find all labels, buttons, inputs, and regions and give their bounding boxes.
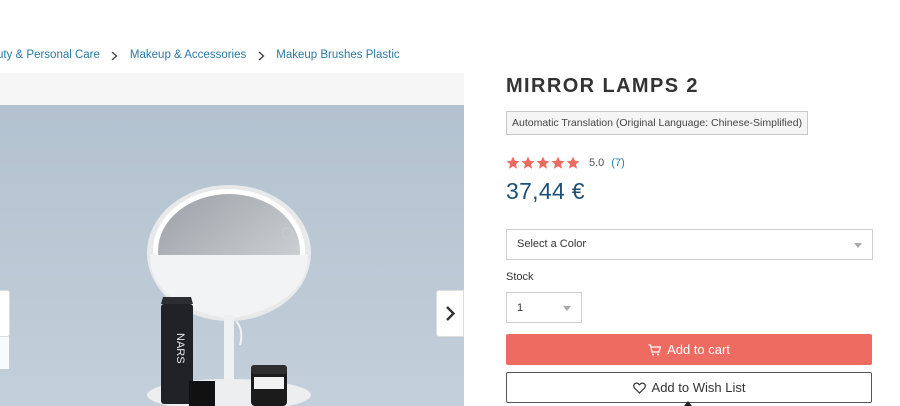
tooltip-pointer bbox=[684, 401, 692, 406]
add-to-wishlist-label: Add to Wish List bbox=[651, 380, 746, 395]
product-gallery: NARS bbox=[0, 73, 464, 406]
chevron-right-icon bbox=[246, 48, 276, 63]
gallery-header-strip bbox=[0, 73, 464, 105]
product-title: MIRROR LAMPS 2 bbox=[506, 75, 699, 97]
mirror-lamp-illustration: NARS bbox=[0, 105, 464, 406]
heart-icon bbox=[632, 381, 646, 394]
breadcrumb: uty & Personal Care Makeup & Accessories… bbox=[0, 47, 400, 63]
svg-text:NARS: NARS bbox=[174, 333, 186, 364]
rating-stars bbox=[506, 156, 580, 170]
star-icon bbox=[566, 156, 580, 169]
add-to-cart-button[interactable]: Add to cart bbox=[506, 334, 872, 365]
quantity-select[interactable]: 1 bbox=[506, 292, 582, 323]
star-icon bbox=[551, 156, 565, 169]
rating-value: 5.0 bbox=[589, 157, 605, 169]
translation-notice: Automatic Translation (Original Language… bbox=[506, 111, 809, 135]
chevron-right-icon bbox=[100, 48, 130, 63]
stock-label: Stock bbox=[506, 271, 534, 283]
caret-down-icon bbox=[854, 243, 862, 248]
breadcrumb-item-makeup-brushes[interactable]: Makeup Brushes Plastic bbox=[276, 49, 399, 61]
breadcrumb-item-personal-care[interactable]: uty & Personal Care bbox=[0, 49, 100, 61]
quantity-select-value: 1 bbox=[517, 302, 524, 314]
breadcrumb-item-makeup-accessories[interactable]: Makeup & Accessories bbox=[130, 49, 246, 61]
review-count-link[interactable]: (7) bbox=[611, 157, 624, 169]
caret-down-icon bbox=[563, 306, 571, 311]
product-price: 37,44 € bbox=[506, 178, 585, 204]
product-image[interactable]: NARS bbox=[0, 105, 464, 406]
add-to-cart-label: Add to cart bbox=[667, 342, 730, 357]
color-select-value: Select a Color bbox=[517, 238, 587, 250]
star-icon bbox=[506, 156, 520, 169]
product-details: MIRROR LAMPS 2 Automatic Translation (Or… bbox=[506, 74, 873, 403]
cart-icon bbox=[648, 343, 662, 355]
color-select[interactable]: Select a Color bbox=[506, 229, 873, 260]
gallery-prev-button[interactable] bbox=[0, 290, 10, 337]
product-rating: 5.0 (7) bbox=[506, 156, 625, 170]
add-to-wishlist-button[interactable]: Add to Wish List bbox=[506, 372, 872, 403]
star-icon bbox=[536, 156, 550, 169]
gallery-next-button[interactable] bbox=[436, 290, 464, 337]
star-icon bbox=[521, 156, 535, 169]
chevron-right-icon bbox=[445, 306, 455, 321]
